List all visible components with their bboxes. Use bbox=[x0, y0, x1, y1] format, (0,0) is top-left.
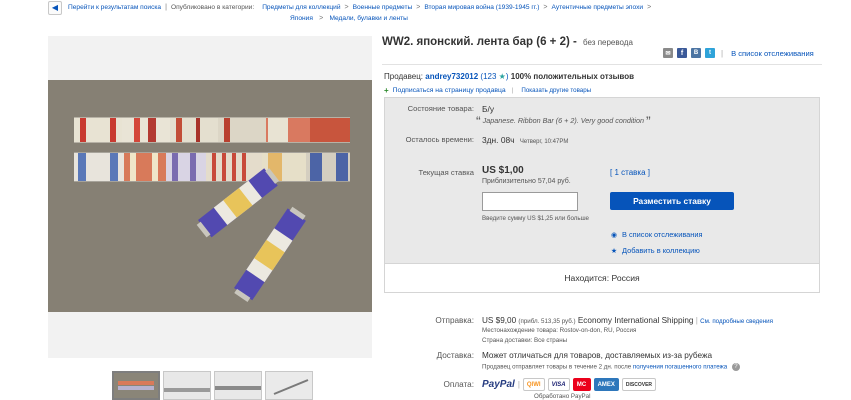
payment-label: Оплата: bbox=[443, 380, 474, 389]
thumbnail-1[interactable] bbox=[112, 371, 160, 400]
thumbnail-3[interactable] bbox=[214, 371, 262, 400]
item-location: Находится: Россия bbox=[385, 263, 819, 292]
discover-logo: DISCOVER bbox=[621, 378, 657, 391]
breadcrumb-second-line: Япония > Медали, булавки и ленты bbox=[290, 13, 408, 22]
plus-icon: + bbox=[384, 86, 389, 95]
qiwi-logo: QIWI bbox=[522, 378, 545, 391]
condition-note-text: Japanese. Ribbon Bar (6 + 2). Very good … bbox=[482, 116, 645, 125]
current-price: US $1,00 bbox=[482, 165, 524, 176]
breadcrumb-separator: > bbox=[543, 4, 548, 11]
seller-label: Продавец: bbox=[384, 72, 424, 81]
time-left-text: 3дн. 08ч bbox=[482, 135, 515, 145]
share-separator: | bbox=[721, 48, 724, 58]
shipping-approx: (прибл. 513,35 руб.) bbox=[518, 318, 576, 325]
add-to-watchlist-link[interactable]: ◉ В список отслеживания bbox=[610, 230, 703, 239]
condition-label: Состояние товара: bbox=[407, 104, 474, 113]
breadcrumb-item-collectibles[interactable]: Предметы для коллекций bbox=[262, 4, 340, 11]
breadcrumb: ◀ Перейти к результатам поиска | Опублик… bbox=[48, 0, 828, 15]
eye-icon: ◉ bbox=[610, 231, 618, 239]
breadcrumb-item-authentic[interactable]: Аутентичные предметы эпохи bbox=[552, 4, 644, 11]
seller-follow-row: + Подписаться на страницу продавца | Пок… bbox=[384, 86, 591, 95]
quote-open-icon: “ bbox=[476, 113, 481, 129]
payment-separator: | bbox=[517, 380, 520, 389]
breadcrumb-category-label: Опубликовано в категории: bbox=[170, 4, 255, 11]
quote-close-icon: ” bbox=[646, 113, 651, 129]
breadcrumb-separator: > bbox=[319, 15, 324, 22]
breadcrumb-item-medals[interactable]: Медали, булавки и ленты bbox=[329, 15, 407, 22]
delivery-value: Может отличаться для товаров, доставляем… bbox=[482, 351, 713, 360]
other-items-link[interactable]: Показать другие товары bbox=[521, 87, 591, 94]
paypal-logo-text: PayPal bbox=[482, 379, 515, 390]
listing-title-note: без перевода bbox=[583, 38, 633, 47]
follow-separator: | bbox=[511, 87, 514, 94]
delivery-label: Доставка: bbox=[436, 351, 474, 360]
seller-score-value: (123 bbox=[480, 72, 497, 81]
current-bid-label: Текущая ставка bbox=[418, 168, 475, 177]
cleared-payment-link[interactable]: получения погашенного платежа bbox=[633, 364, 727, 371]
breadcrumb-separator: > bbox=[344, 4, 349, 11]
time-left-value: 3дн. 08ч Четверг, 10:47PM bbox=[482, 135, 568, 145]
breadcrumb-item-japan[interactable]: Япония bbox=[290, 15, 313, 22]
title-divider bbox=[382, 64, 822, 65]
mastercard-logo: MC bbox=[572, 378, 591, 391]
watchlist-link-top[interactable]: В список отслеживания bbox=[731, 49, 814, 58]
star-icon: ★ bbox=[610, 247, 618, 255]
place-bid-button[interactable]: Разместить ставку bbox=[610, 192, 734, 210]
seller-positive-feedback: 100% положительных отзывов bbox=[510, 72, 635, 81]
bid-hint: Введите сумму US $1,25 или больше bbox=[482, 215, 589, 222]
bid-amount-input[interactable] bbox=[482, 192, 578, 211]
payment-methods: PayPal | QIWI VISA MC AMEX DISCOVER bbox=[482, 378, 657, 391]
approx-price: Приблизительно 57,04 руб. bbox=[482, 178, 571, 185]
share-bar: ✉ f B t | В список отслеживания bbox=[663, 48, 814, 58]
shipping-separator: | bbox=[695, 316, 698, 325]
add-to-watchlist-text: В список отслеживания bbox=[622, 230, 703, 239]
delivery-note-text: Продавец отправляет товары в течение 2 д… bbox=[482, 363, 632, 371]
seller-score-close: ) bbox=[505, 72, 509, 81]
listing-title-text: WW2. японский. лента бар (6 + 2) - bbox=[382, 36, 577, 48]
seller-feedback-score[interactable]: (123 ★) bbox=[480, 72, 508, 81]
item-photo[interactable] bbox=[48, 80, 372, 312]
add-to-collection-link[interactable]: ★ Добавить в коллекцию bbox=[610, 246, 700, 255]
seller-info: Продавец: andrey732012 (123 ★) 100% поло… bbox=[384, 72, 634, 81]
thumbnail-strip bbox=[112, 371, 313, 400]
facebook-icon[interactable]: f bbox=[677, 48, 687, 58]
breadcrumb-item-military[interactable]: Военные предметы bbox=[353, 4, 413, 11]
breadcrumb-item-ww2[interactable]: Вторая мировая война (1939-1945 гг.) bbox=[424, 4, 539, 11]
shipping-service: Economy International Shipping bbox=[577, 316, 694, 325]
amex-logo: AMEX bbox=[593, 378, 619, 391]
paypal-logo: PayPal bbox=[482, 379, 515, 390]
condition-note: “ Japanese. Ribbon Bar (6 + 2). Very goo… bbox=[476, 113, 651, 129]
end-time-text: Четверг, 10:47PM bbox=[519, 139, 569, 145]
vk-icon[interactable]: B bbox=[691, 48, 701, 58]
help-icon[interactable]: ? bbox=[731, 363, 740, 371]
breadcrumb-back-to-results[interactable]: Перейти к результатам поиска bbox=[68, 4, 161, 11]
twitter-icon[interactable]: t bbox=[705, 48, 715, 58]
shipping-label: Отправка: bbox=[435, 316, 474, 325]
follow-seller-link[interactable]: Подписаться на страницу продавца bbox=[393, 87, 506, 94]
email-icon[interactable]: ✉ bbox=[663, 48, 673, 58]
breadcrumb-separator: | bbox=[165, 4, 167, 11]
delivery-note: Продавец отправляет товары в течение 2 д… bbox=[482, 363, 740, 371]
ships-to-line: Страна доставки: Все страны bbox=[482, 337, 568, 344]
breadcrumb-separator: > bbox=[416, 4, 421, 11]
item-location-line: Местонахождение товара: Rostov-on-don, R… bbox=[482, 327, 637, 334]
processed-by-paypal: Обработано PayPal bbox=[534, 393, 591, 400]
bid-count-link[interactable]: [ 1 ставка ] bbox=[610, 168, 650, 177]
shipping-value: US $9,00 (прибл. 513,35 руб.) Economy In… bbox=[482, 316, 773, 325]
breadcrumb-separator: > bbox=[647, 4, 652, 11]
listing-title: WW2. японский. лента бар (6 + 2) - без п… bbox=[382, 36, 633, 48]
thumbnail-4[interactable] bbox=[265, 371, 313, 400]
visa-logo: VISA bbox=[547, 378, 570, 391]
chevron-left-icon[interactable]: ◀ bbox=[48, 0, 62, 15]
shipping-price: US $9,00 bbox=[482, 316, 517, 325]
thumbnail-2[interactable] bbox=[163, 371, 211, 400]
shipping-details-link[interactable]: См. подробные сведения bbox=[700, 318, 773, 325]
time-left-label: Осталось времени: bbox=[405, 135, 474, 144]
seller-name-link[interactable]: andrey732012 bbox=[425, 72, 478, 81]
add-to-collection-text: Добавить в коллекцию bbox=[622, 246, 700, 255]
star-icon: ★ bbox=[498, 72, 506, 81]
